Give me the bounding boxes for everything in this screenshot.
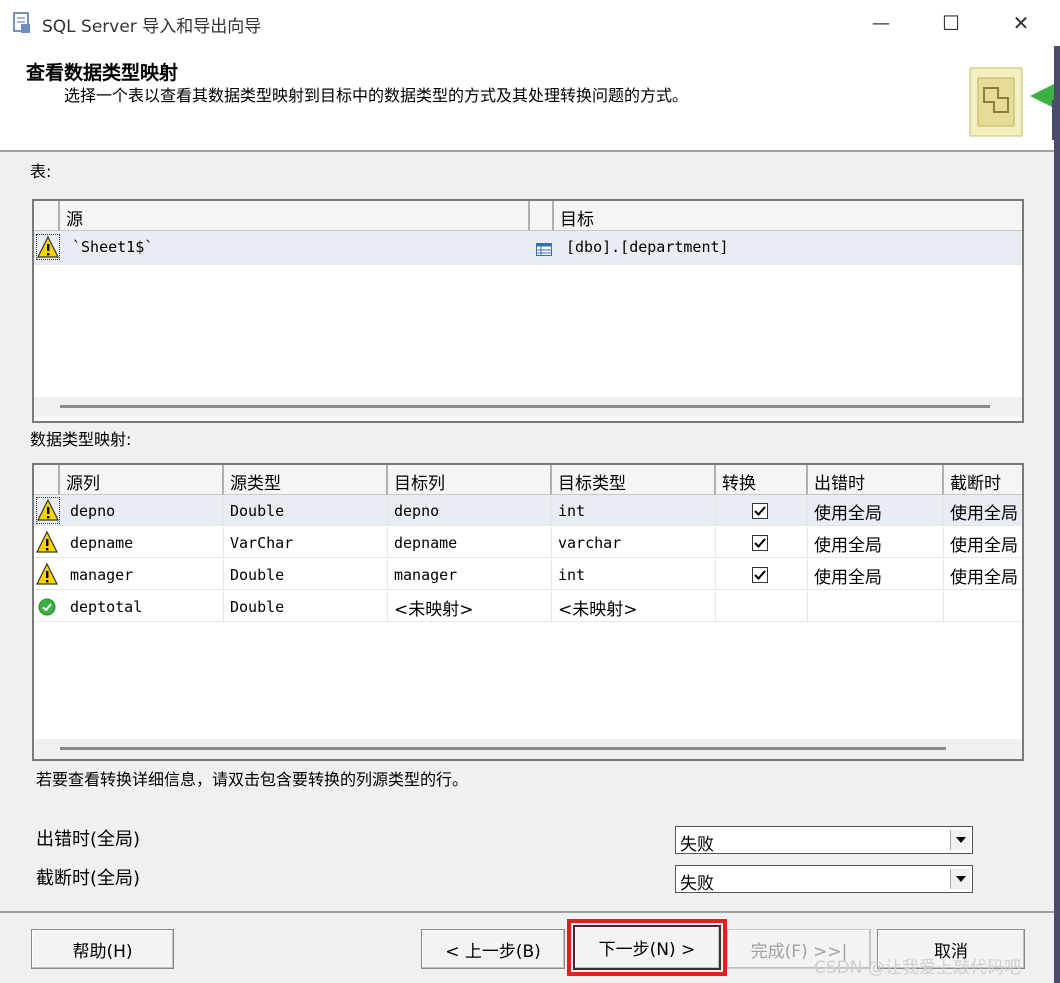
- target-column-cell[interactable]: depname: [388, 527, 552, 558]
- table-icon: [536, 241, 552, 256]
- column-header-source-type[interactable]: 源类型: [224, 465, 388, 495]
- column-header-on-error[interactable]: 出错时: [808, 465, 944, 495]
- source-column-cell: deptotal: [64, 591, 224, 622]
- source-type-cell: VarChar: [224, 527, 388, 558]
- on-truncation-cell[interactable]: [944, 591, 1022, 622]
- help-button[interactable]: 帮助(H): [31, 929, 174, 969]
- on-error-cell[interactable]: 使用全局: [808, 559, 944, 590]
- column-header-target-column[interactable]: 目标列: [388, 465, 552, 495]
- source-table-cell: `Sheet1$`: [72, 238, 154, 256]
- ok-icon: [38, 598, 56, 616]
- check-icon: [754, 570, 766, 580]
- title-bar: SQL Server 导入和导出向导 — ☐ ✕: [0, 0, 1060, 46]
- horizontal-scrollbar[interactable]: [34, 397, 1022, 417]
- table-row[interactable]: manager Double manager int 使用全局 使用全局: [34, 559, 1022, 590]
- target-type-cell[interactable]: int: [552, 495, 716, 526]
- wizard-header: 查看数据类型映射 选择一个表以查看其数据类型映射到目标中的数据类型的方式及其处理…: [0, 46, 1060, 152]
- watermark-text: CSDN @让我爱上敲代码吧: [814, 958, 1021, 978]
- on-error-cell[interactable]: 使用全局: [808, 495, 944, 526]
- wizard-graphic-icon: [964, 60, 1060, 140]
- target-type-cell[interactable]: <未映射>: [552, 591, 716, 622]
- source-column-cell: manager: [64, 559, 224, 590]
- convert-checkbox[interactable]: [752, 535, 768, 551]
- column-header-on-truncation[interactable]: 截断时: [944, 465, 1022, 495]
- table-row[interactable]: deptotal Double <未映射> <未映射>: [34, 591, 1022, 622]
- mapping-label: 数据类型映射:: [30, 430, 132, 449]
- footer-divider: [0, 911, 1060, 913]
- column-header-target[interactable]: 目标: [554, 201, 1022, 231]
- table-row[interactable]: depno Double depno int 使用全局 使用全局: [34, 495, 1022, 526]
- on-truncation-cell[interactable]: 使用全局: [944, 527, 1022, 558]
- convert-cell: [716, 527, 808, 558]
- convert-checkbox[interactable]: [752, 503, 768, 519]
- mapping-grid[interactable]: 源列 源类型 目标列 目标类型 转换 出错时 截断时 depno Double …: [32, 463, 1024, 761]
- table-row[interactable]: depname VarChar depname varchar 使用全局 使用全…: [34, 527, 1022, 558]
- page-title: 查看数据类型映射: [26, 62, 179, 84]
- on-truncation-global-label: 截断时(全局): [36, 868, 141, 889]
- window-edge: [1054, 46, 1060, 983]
- page-description: 选择一个表以查看其数据类型映射到目标中的数据类型的方式及其处理转换问题的方式。: [64, 86, 689, 105]
- close-button[interactable]: ✕: [986, 0, 1056, 46]
- target-column-cell[interactable]: <未映射>: [388, 591, 552, 622]
- column-header-source-column[interactable]: 源列: [60, 465, 224, 495]
- hint-text: 若要查看转换详细信息，请双击包含要转换的列源类型的行。: [36, 770, 469, 789]
- on-error-cell[interactable]: [808, 591, 944, 622]
- table-row[interactable]: `Sheet1$` [dbo].[department]: [34, 231, 1022, 265]
- warning-icon: [36, 497, 60, 524]
- target-table-cell: [dbo].[department]: [566, 238, 729, 256]
- convert-cell: [716, 591, 808, 622]
- convert-cell: [716, 559, 808, 590]
- on-error-global-select[interactable]: 失败: [675, 826, 973, 855]
- on-truncation-global-value: 失败: [680, 874, 714, 894]
- on-truncation-global-select[interactable]: 失败: [675, 865, 973, 894]
- app-icon: [12, 12, 32, 34]
- row-header-corner: [34, 201, 60, 231]
- check-icon: [754, 538, 766, 548]
- warning-icon: [36, 234, 60, 260]
- on-truncation-cell[interactable]: 使用全局: [944, 495, 1022, 526]
- column-header-convert[interactable]: 转换: [716, 465, 808, 495]
- close-icon: ✕: [1012, 11, 1030, 35]
- column-header-source[interactable]: 源: [60, 201, 530, 231]
- maximize-icon: ☐: [942, 11, 960, 35]
- tables-grid[interactable]: 源 目标 `Sheet1$` [dbo].[department]: [32, 199, 1024, 423]
- chevron-down-icon[interactable]: [950, 830, 970, 850]
- on-error-global-label: 出错时(全局): [36, 829, 141, 850]
- minimize-button[interactable]: —: [846, 0, 916, 46]
- source-column-cell: depname: [64, 527, 224, 558]
- minimize-icon: —: [872, 12, 890, 34]
- warning-icon: [36, 530, 60, 556]
- back-button[interactable]: < 上一步(B): [421, 929, 565, 969]
- tables-label: 表:: [30, 162, 52, 181]
- chevron-down-icon[interactable]: [950, 869, 970, 889]
- convert-checkbox[interactable]: [752, 567, 768, 583]
- window-title: SQL Server 导入和导出向导: [42, 17, 262, 37]
- target-type-cell[interactable]: varchar: [552, 527, 716, 558]
- check-icon: [754, 506, 766, 516]
- target-column-cell[interactable]: depno: [388, 495, 552, 526]
- scrollbar-thumb[interactable]: [60, 747, 946, 750]
- source-type-cell: Double: [224, 495, 388, 526]
- next-button-highlight: [567, 919, 727, 976]
- source-type-cell: Double: [224, 559, 388, 590]
- warning-icon: [36, 562, 60, 588]
- column-header-spacer: [530, 201, 554, 231]
- scrollbar-thumb[interactable]: [60, 405, 990, 408]
- on-truncation-cell[interactable]: 使用全局: [944, 559, 1022, 590]
- target-type-cell[interactable]: int: [552, 559, 716, 590]
- source-type-cell: Double: [224, 591, 388, 622]
- convert-cell: [716, 495, 808, 526]
- horizontal-scrollbar[interactable]: [34, 739, 1022, 759]
- source-column-cell: depno: [64, 495, 224, 526]
- column-header-target-type[interactable]: 目标类型: [552, 465, 716, 495]
- on-error-cell[interactable]: 使用全局: [808, 527, 944, 558]
- on-error-global-value: 失败: [680, 835, 714, 855]
- maximize-button[interactable]: ☐: [916, 0, 986, 46]
- row-header-corner: [34, 465, 60, 495]
- target-column-cell[interactable]: manager: [388, 559, 552, 590]
